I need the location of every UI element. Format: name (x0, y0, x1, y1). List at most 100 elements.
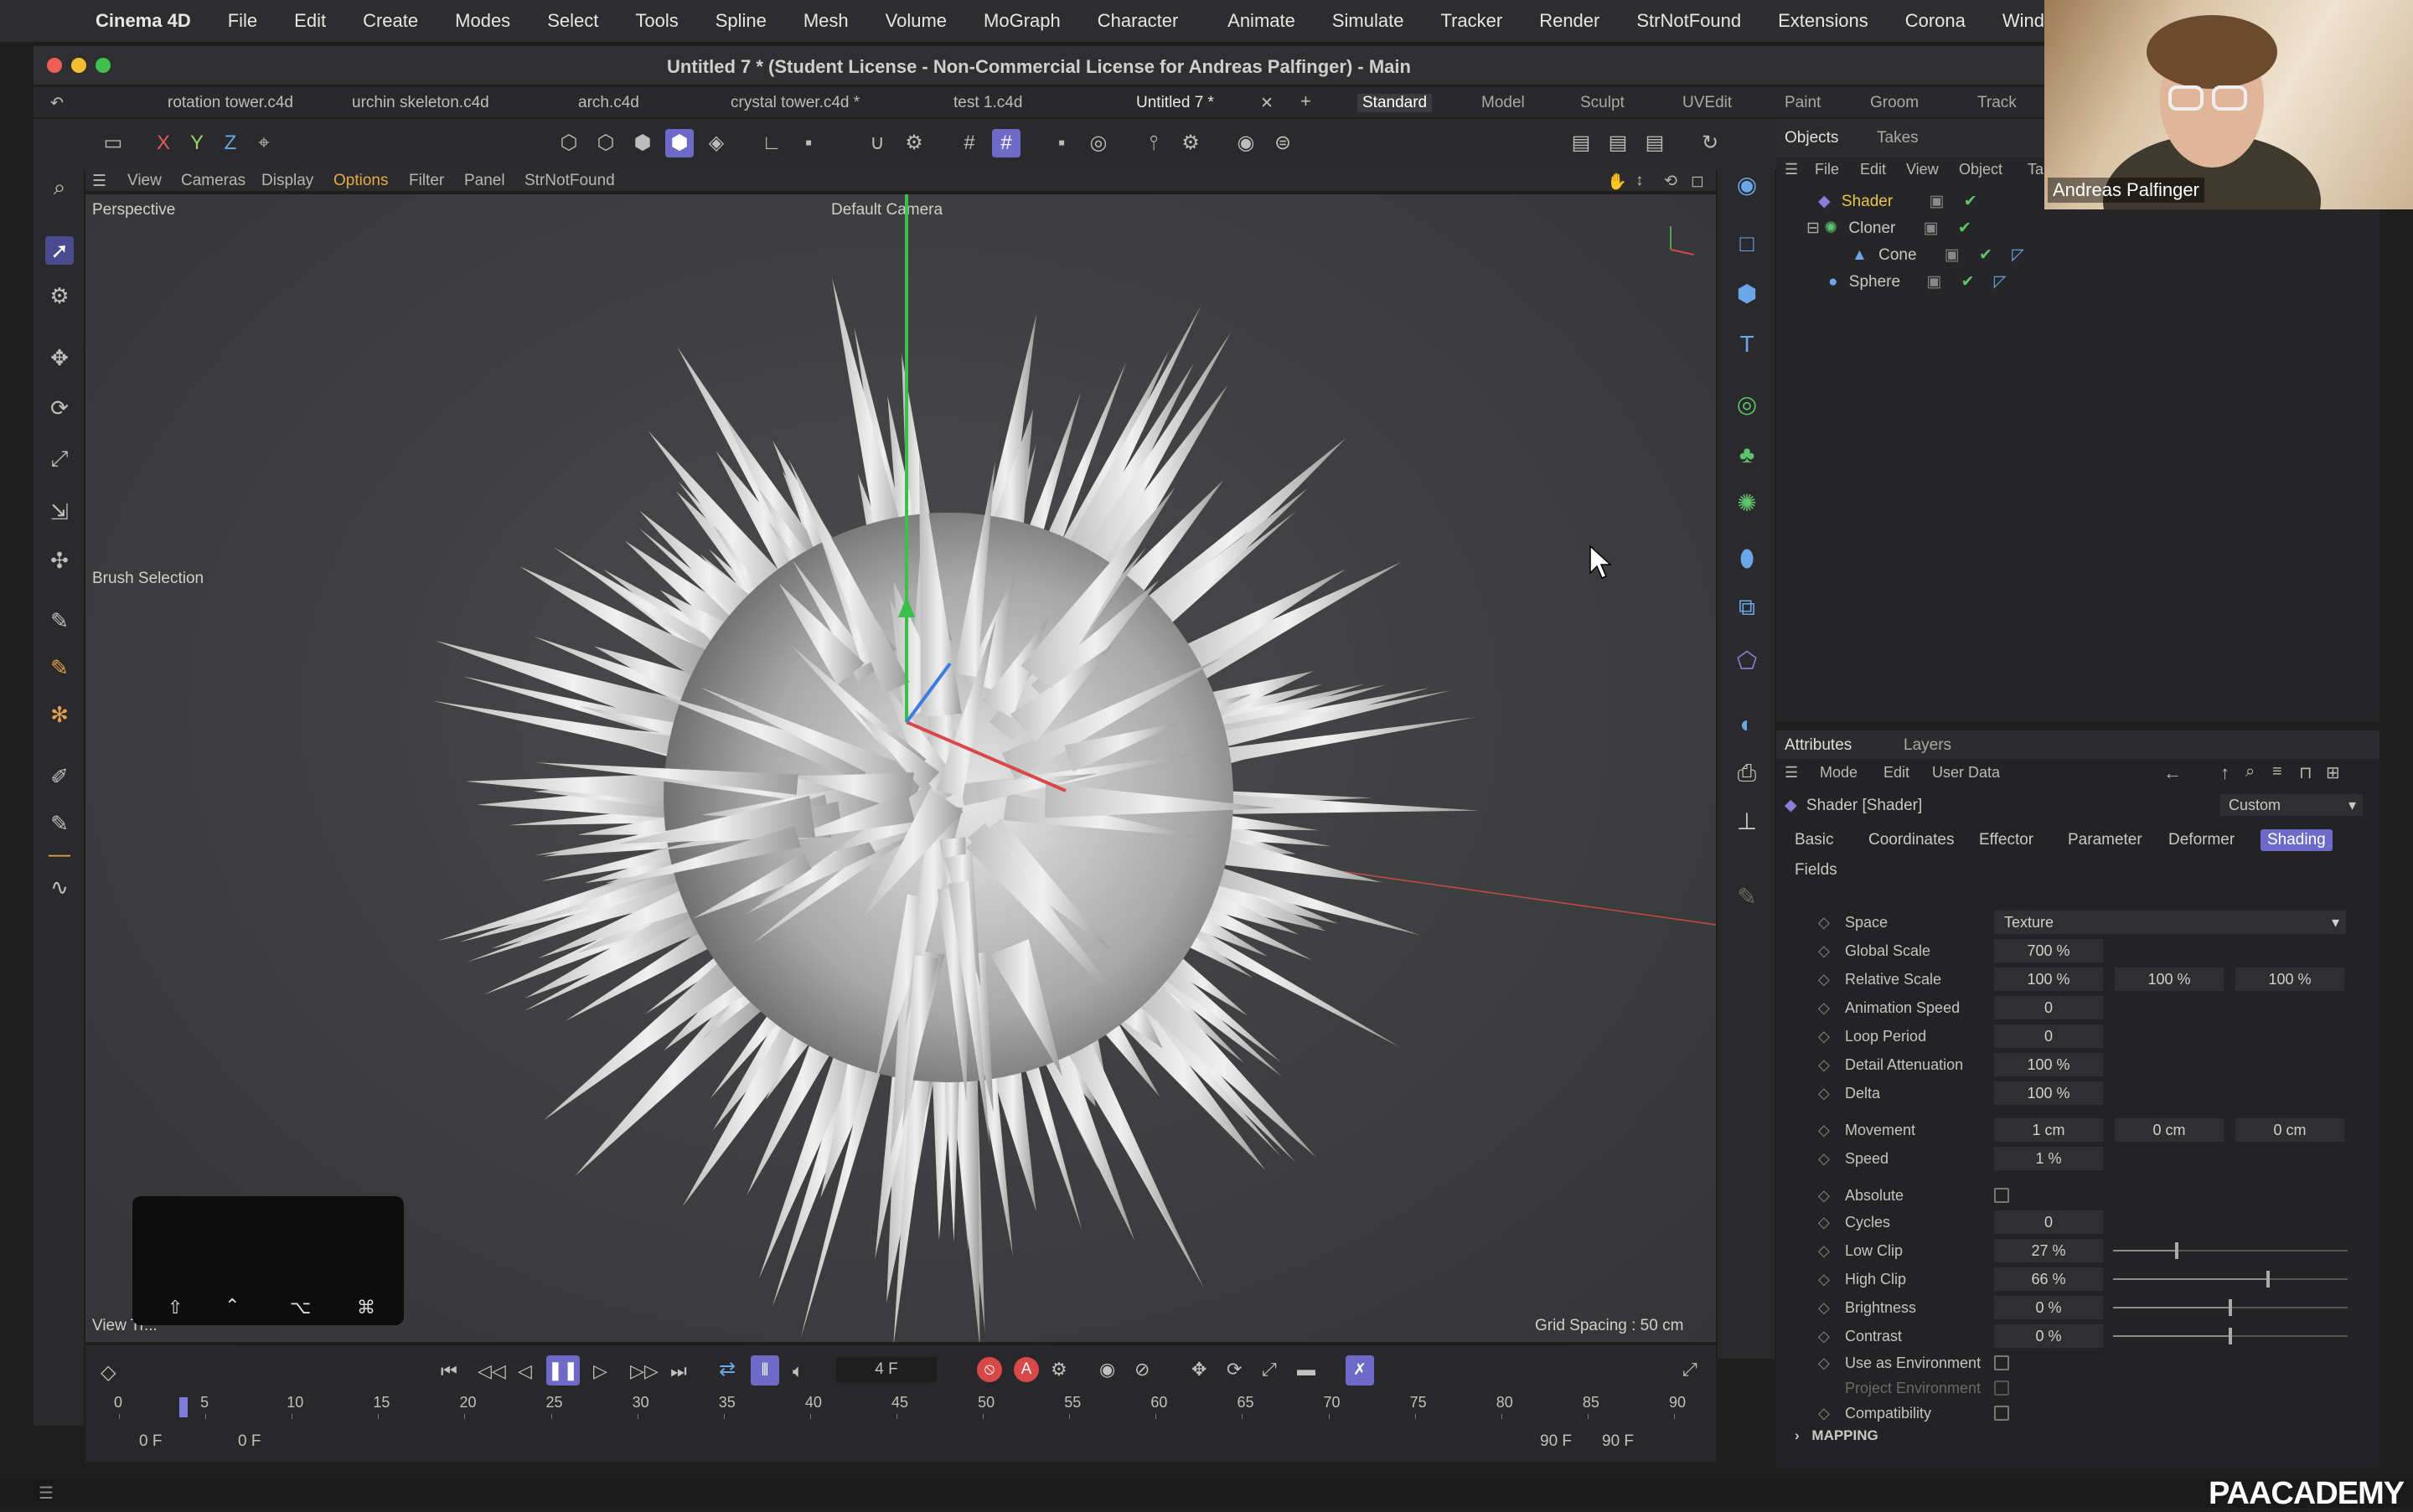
menu-spline[interactable]: Spline (697, 10, 785, 32)
target-icon[interactable]: ◎ (1084, 129, 1113, 157)
keyframe-diamond-icon[interactable]: ◇ (1818, 942, 1830, 960)
keyframe-diamond-icon[interactable]: ◇ (1818, 1271, 1830, 1288)
cycles-field[interactable]: 0 (1994, 1210, 2103, 1234)
visibility-icon[interactable]: ▣ (1926, 273, 1941, 291)
filter-icon[interactable]: ≡ (2272, 762, 2282, 782)
menu-select[interactable]: Select (529, 10, 617, 32)
keyframe-diamond-icon[interactable]: ◇ (1818, 999, 1830, 1017)
menu-mesh[interactable]: Mesh (785, 10, 867, 32)
y-axis-lock[interactable]: Y (183, 129, 211, 157)
enabled-check-icon[interactable]: ✔ (1964, 193, 1977, 210)
keyframe-diamond-icon[interactable]: ◇ (1818, 1355, 1830, 1372)
menu-animate[interactable]: Animate (1209, 10, 1314, 32)
record-icon[interactable]: ⦸ (977, 1357, 1002, 1382)
spline-icon[interactable]: ∿ (45, 873, 74, 901)
search-attributes-icon[interactable]: ⌕ (2245, 762, 2255, 782)
workplane-icon[interactable]: ▪ (794, 129, 823, 157)
doc-tab-untitled-7[interactable]: Untitled 7 * (1136, 94, 1214, 112)
menu-extensions[interactable]: Extensions (1759, 10, 1887, 32)
sound-icon[interactable]: 🔈︎ (793, 1360, 803, 1382)
takes-tab[interactable]: Takes (1877, 129, 1919, 147)
rotate-tool-icon[interactable]: ⟳ (45, 394, 74, 422)
viewport-menu-filter[interactable]: Filter (409, 172, 444, 190)
camera-icon[interactable]: ⎙ (1731, 757, 1763, 789)
layout-uvedit[interactable]: UVEdit (1682, 94, 1732, 112)
relative-scale-x-field[interactable]: 100 % (1994, 968, 2103, 991)
brightness-field[interactable]: 0 % (1994, 1296, 2103, 1319)
subtab-coordinates[interactable]: Coordinates (1868, 831, 1954, 849)
deformer-icon[interactable]: ⬮ (1731, 543, 1763, 575)
playback-range-icon[interactable]: ⫴ (751, 1355, 779, 1386)
subtab-parameter[interactable]: Parameter (2068, 831, 2142, 849)
previous-key-icon[interactable]: ◁◁ (478, 1360, 506, 1382)
autokey-icon[interactable]: A (1014, 1357, 1039, 1382)
scene-icon[interactable]: ⧉ (1731, 591, 1763, 623)
cube-icon[interactable]: ⬢ (1731, 278, 1763, 310)
layout-groom[interactable]: Groom (1870, 94, 1919, 112)
effector-icon[interactable]: ✺ (1731, 488, 1763, 519)
expand-timeline-icon[interactable]: ⤢ (1682, 1359, 1697, 1380)
floor-icon[interactable]: ⊥ (1731, 806, 1763, 838)
keyframe-diamond-icon[interactable]: ◇ (1818, 1299, 1830, 1317)
compatibility-checkbox[interactable] (1994, 1406, 2009, 1421)
object-row-sphere[interactable]: ● Sphere ▣ ✔ ◸ (1828, 270, 2006, 295)
close-tab-icon[interactable]: ✕ (1260, 94, 1274, 113)
visibility-icon[interactable]: ▣ (1929, 193, 1944, 210)
points-mode-icon[interactable]: ⬡ (555, 129, 583, 157)
visibility-icon[interactable]: ▣ (1924, 219, 1939, 237)
object-row-cloner[interactable]: ⊟ ✺ Cloner ▣ ✔ (1806, 216, 1971, 241)
scale-key-icon[interactable]: ⤢ (1262, 1359, 1277, 1380)
absolute-checkbox[interactable] (1994, 1188, 2009, 1203)
enabled-check-icon[interactable]: ✔ (1961, 273, 1975, 291)
axis-mode-icon[interactable]: ∟ (757, 129, 786, 157)
subtab-shading[interactable]: Shading (2261, 829, 2333, 851)
menu-render[interactable]: Render (1521, 10, 1618, 32)
timeline-ruler[interactable]: 0 5 10 15 20 25 30 35 40 45 50 55 60 65 70 75 80 85 90 (111, 1394, 1699, 1419)
cloner-icon[interactable]: ♣ (1731, 439, 1763, 471)
coordinate-system-icon[interactable]: ⌖ (250, 129, 278, 157)
preview-start-field[interactable]: 0 F (238, 1432, 261, 1451)
phong-tag-icon[interactable]: ◸ (1994, 273, 2007, 291)
go-to-start-icon[interactable]: ⏮ (441, 1360, 457, 1382)
movement-z-field[interactable]: 0 cm (2235, 1118, 2344, 1142)
keyframe-diamond-icon[interactable]: ◇ (1818, 1214, 1830, 1231)
speed-field[interactable]: 1 % (1994, 1147, 2103, 1170)
next-frame-icon[interactable]: ▷ (593, 1360, 607, 1382)
rotation-key-icon[interactable]: ⟳ (1227, 1359, 1242, 1380)
doc-tab-arch[interactable]: arch.c4d (578, 94, 639, 112)
keyframe-diamond-icon[interactable]: ◇ (1818, 971, 1830, 988)
current-frame-field[interactable]: 4 F (836, 1357, 937, 1382)
phong-tag-icon[interactable]: ◸ (2012, 246, 2024, 264)
low-clip-field[interactable]: 27 % (1994, 1239, 2103, 1262)
object-row-shader[interactable]: ◆ Shader ▣ ✔ (1818, 189, 1977, 214)
layout-paint[interactable]: Paint (1785, 94, 1821, 112)
high-clip-slider[interactable] (2113, 1271, 2348, 1288)
grid-snap-icon[interactable]: # (955, 129, 984, 157)
pan-icon[interactable]: ✋ (1607, 172, 1627, 192)
brush-icon[interactable]: ✐ (45, 762, 74, 791)
pin-icon[interactable]: ◉ (1731, 169, 1763, 201)
menu-create[interactable]: Create (344, 10, 437, 32)
attributes-menu-userdata[interactable]: User Data (1932, 764, 2000, 782)
high-clip-field[interactable]: 66 % (1994, 1267, 2103, 1291)
viewport-menu-cameras[interactable]: Cameras (181, 172, 245, 190)
layout-standard[interactable]: Standard (1357, 94, 1433, 112)
doc-tab-rotation-tower[interactable]: rotation tower.c4d (168, 94, 293, 112)
pla-key-icon[interactable]: ✗ (1346, 1355, 1374, 1386)
mapping-section-header[interactable]: › MAPPING (1795, 1427, 1878, 1444)
viewport-menu-display[interactable]: Display (261, 172, 313, 190)
keyframe-icon[interactable]: ◇ (101, 1360, 116, 1385)
move-tool-icon[interactable]: ✥ (45, 343, 74, 372)
knife-icon[interactable]: ✎ (45, 606, 74, 635)
objects-tab[interactable]: Objects (1785, 129, 1838, 147)
subtab-deformer[interactable]: Deformer (2168, 831, 2235, 849)
viewport-menu-options[interactable]: Options (333, 172, 388, 190)
tweak-icon[interactable]: ⚙ (1176, 129, 1205, 157)
keyframe-diamond-icon[interactable]: ◇ (1818, 1328, 1830, 1345)
text-spline-icon[interactable]: T (1731, 328, 1763, 360)
render-to-picture-viewer-icon[interactable]: ▤ (1604, 129, 1632, 157)
lock-icon[interactable]: ⊓ (2299, 762, 2312, 783)
key-interpolation-icon[interactable]: ⊘ (1134, 1359, 1150, 1380)
viewport-menu-strnotfound[interactable]: StrNotFound (524, 172, 615, 190)
menu-corona[interactable]: Corona (1887, 10, 1984, 32)
